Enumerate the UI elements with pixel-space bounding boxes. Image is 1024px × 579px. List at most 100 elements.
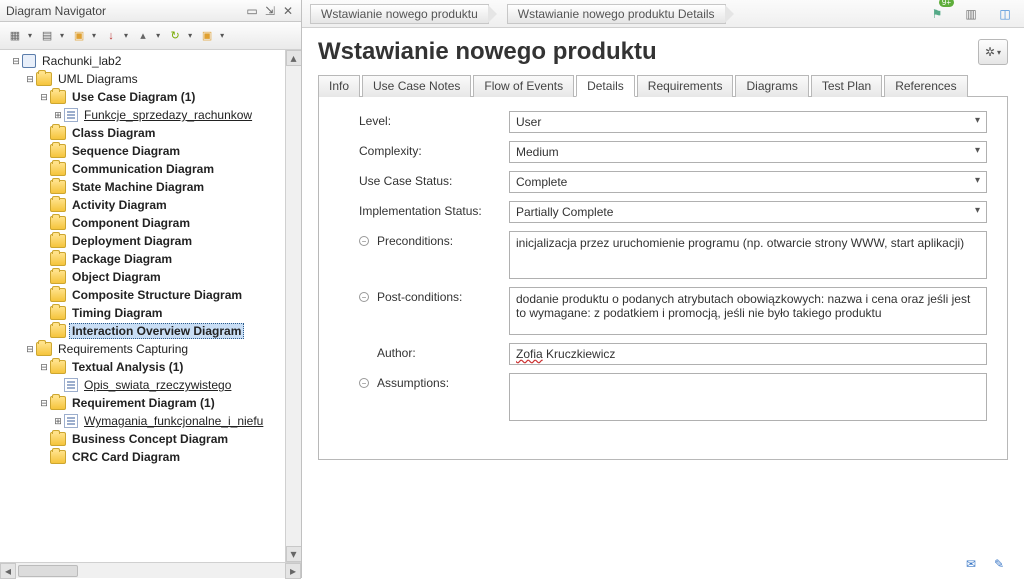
tree-group-label: Requirements Capturing — [55, 341, 191, 357]
complexity-combo[interactable]: Medium — [509, 141, 987, 163]
ucstatus-combo[interactable]: Complete — [509, 171, 987, 193]
new-diagram-icon[interactable]: ▦ — [6, 27, 24, 45]
implstatus-combo[interactable]: Partially Complete — [509, 201, 987, 223]
horizontal-scrollbar[interactable]: ◂ ▸ — [0, 562, 301, 578]
scroll-left-icon[interactable]: ◂ — [0, 563, 16, 579]
twisty-icon[interactable] — [52, 109, 64, 121]
edit-icon[interactable]: ✎ — [990, 556, 1008, 572]
notifications-icon[interactable]: ⚑9+ — [926, 4, 948, 24]
refresh-icon[interactable]: ↻ — [166, 27, 184, 45]
postconditions-textarea[interactable]: dodanie produktu o podanych atrybutach o… — [509, 287, 987, 335]
tab-references[interactable]: References — [884, 75, 967, 97]
tree-uml-group[interactable]: UML Diagrams — [4, 70, 299, 88]
tab-diagrams[interactable]: Diagrams — [735, 75, 808, 97]
grid-icon[interactable]: ▥ — [960, 4, 982, 24]
tree-item[interactable]: Wymagania_funkcjonalne_i_niefu — [4, 412, 299, 430]
folder-icon — [50, 324, 66, 338]
navigator-toolbar: ▦▾ ▤▾ ▣▾ ↓▾ ▴▾ ↻▾ ▣▾ — [0, 22, 301, 50]
twisty-icon[interactable] — [24, 343, 36, 355]
level-label: Level: — [359, 114, 391, 128]
tree-item[interactable]: Activity Diagram — [4, 196, 299, 214]
tree-item-label: Package Diagram — [69, 251, 175, 267]
tab-use-case-notes[interactable]: Use Case Notes — [362, 75, 471, 97]
vertical-scrollbar[interactable]: ▴ ▾ — [285, 50, 301, 562]
tab-requirements[interactable]: Requirements — [637, 75, 734, 97]
tree-item-label: Wymagania_funkcjonalne_i_niefu — [81, 413, 266, 429]
postconditions-label: Post-conditions: — [377, 290, 462, 304]
folder-icon — [36, 342, 52, 356]
tree-item[interactable]: State Machine Diagram — [4, 178, 299, 196]
restore-icon[interactable]: ▭ — [245, 4, 259, 18]
tree-item[interactable]: Timing Diagram — [4, 304, 299, 322]
save-icon[interactable]: ▣ — [70, 27, 88, 45]
close-icon[interactable]: ✕ — [281, 4, 295, 18]
tree-scroll[interactable]: Rachunki_lab2 UML Diagrams Use Case Diag… — [0, 50, 301, 562]
twisty-icon[interactable] — [38, 91, 50, 103]
tree-item[interactable]: Object Diagram — [4, 268, 299, 286]
author-label: Author: — [377, 346, 416, 360]
tree-item[interactable]: Deployment Diagram — [4, 232, 299, 250]
tree-item-label: Textual Analysis (1) — [69, 359, 186, 375]
scroll-up-icon[interactable]: ▴ — [286, 50, 302, 66]
folder-icon[interactable]: ▣ — [198, 27, 216, 45]
tree-item[interactable]: Opis_swiata_rzeczywistego — [4, 376, 299, 394]
scroll-down-icon[interactable]: ▾ — [286, 546, 302, 562]
tree-item[interactable]: Sequence Diagram — [4, 142, 299, 160]
settings-button[interactable]: ✲▾ — [978, 39, 1008, 65]
twisty-icon[interactable] — [10, 55, 22, 67]
tree-item[interactable]: Requirement Diagram (1) — [4, 394, 299, 412]
pin-icon[interactable]: ⇲ — [263, 4, 277, 18]
footer-actions: ✉ ✎ — [962, 556, 1008, 572]
collapse-icon[interactable] — [359, 236, 369, 246]
assumptions-label: Assumptions: — [377, 376, 449, 390]
tree-root[interactable]: Rachunki_lab2 — [4, 52, 299, 70]
tree-req-group[interactable]: Requirements Capturing — [4, 340, 299, 358]
tree-item[interactable]: Business Concept Diagram — [4, 430, 299, 448]
navigator-title: Diagram Navigator — [6, 4, 106, 18]
twisty-icon[interactable] — [38, 361, 50, 373]
tree-item[interactable]: Funkcje_sprzedazy_rachunkow — [4, 106, 299, 124]
breadcrumb-item[interactable]: Wstawianie nowego produktu — [310, 4, 489, 24]
breadcrumb-item[interactable]: Wstawianie nowego produktu Details — [507, 4, 726, 24]
twisty-icon[interactable] — [24, 73, 36, 85]
assumptions-textarea[interactable] — [509, 373, 987, 421]
tree-item[interactable]: Textual Analysis (1) — [4, 358, 299, 376]
tree-item[interactable]: CRC Card Diagram — [4, 448, 299, 466]
folder-icon — [50, 360, 66, 374]
tab-info[interactable]: Info — [318, 75, 360, 97]
tree-item[interactable]: Interaction Overview Diagram — [4, 322, 299, 340]
open-icon[interactable]: ▤ — [38, 27, 56, 45]
twisty-icon[interactable] — [52, 415, 64, 427]
folder-icon — [50, 90, 66, 104]
tree-item[interactable]: Composite Structure Diagram — [4, 286, 299, 304]
tree-item[interactable]: Component Diagram — [4, 214, 299, 232]
twisty-icon[interactable] — [38, 397, 50, 409]
scroll-thumb[interactable] — [18, 565, 78, 577]
author-input[interactable]: Zofia Kruczkiewicz — [509, 343, 987, 365]
window-icon[interactable]: ◫ — [994, 4, 1016, 24]
tree-root-label: Rachunki_lab2 — [39, 53, 124, 69]
collapse-icon[interactable] — [359, 378, 369, 388]
folder-icon — [50, 396, 66, 410]
collapse-icon[interactable] — [359, 292, 369, 302]
tree-item[interactable]: Class Diagram — [4, 124, 299, 142]
tab-details[interactable]: Details — [576, 75, 635, 97]
folder-icon — [50, 198, 66, 212]
tree-item[interactable]: Package Diagram — [4, 250, 299, 268]
tab-test-plan[interactable]: Test Plan — [811, 75, 882, 97]
sort-icon[interactable]: ↓ — [102, 27, 120, 45]
tree-item[interactable]: Communication Diagram — [4, 160, 299, 178]
gear-icon: ✲ — [985, 45, 995, 59]
tab-flow-of-events[interactable]: Flow of Events — [473, 75, 574, 97]
level-combo[interactable]: User — [509, 111, 987, 133]
document-icon — [64, 378, 78, 392]
scroll-right-icon[interactable]: ▸ — [285, 563, 301, 579]
tree-item-label: Use Case Diagram (1) — [69, 89, 198, 105]
tree-group-label: UML Diagrams — [55, 71, 141, 87]
preconditions-textarea[interactable]: inicjalizacja przez uruchomienie program… — [509, 231, 987, 279]
nav-up-icon[interactable]: ▴ — [134, 27, 152, 45]
folder-icon — [50, 144, 66, 158]
mail-icon[interactable]: ✉ — [962, 556, 980, 572]
main-area: Wstawianie nowego produktu Wstawianie no… — [302, 0, 1024, 578]
tree-item[interactable]: Use Case Diagram (1) — [4, 88, 299, 106]
